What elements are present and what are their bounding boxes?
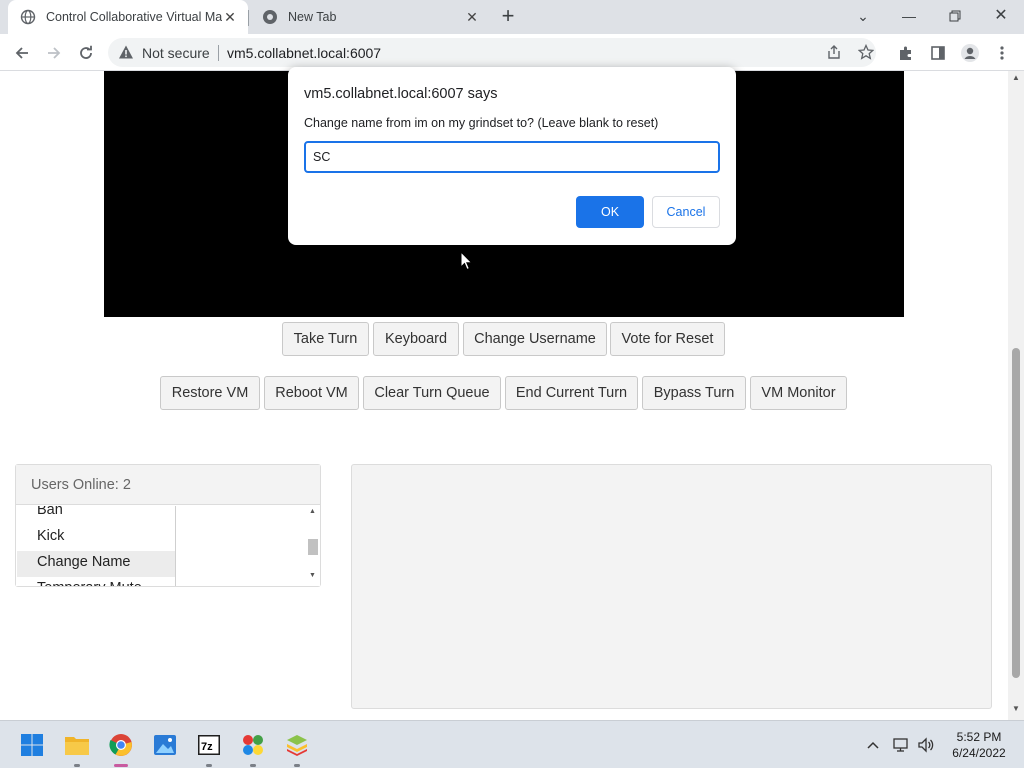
security-label[interactable]: Not secure	[142, 45, 210, 61]
reload-icon[interactable]	[74, 41, 98, 65]
chat-panel	[351, 464, 992, 709]
users-online-header: Users Online: 2	[16, 465, 320, 505]
tab-title: New Tab	[288, 10, 337, 24]
dialog-message: Change name from im on my grindset to? (…	[304, 116, 659, 130]
extensions-icon[interactable]	[894, 41, 918, 65]
end-current-turn-button[interactable]: End Current Turn	[505, 376, 638, 410]
bluestacks-icon[interactable]	[281, 729, 313, 767]
bypass-turn-button[interactable]: Bypass Turn	[642, 376, 746, 410]
svg-text:7z: 7z	[201, 741, 213, 753]
keyboard-button[interactable]: Keyboard	[373, 322, 459, 356]
7zip-icon[interactable]: 7z	[193, 729, 225, 767]
clock-time: 5:52 PM	[956, 730, 1002, 744]
start-icon[interactable]	[16, 729, 48, 761]
side-panel-icon[interactable]	[926, 41, 950, 65]
tab-strip: Control Collaborative Virtual Ma ✕ New T…	[0, 0, 1024, 34]
menu-item-kick[interactable]: Kick	[17, 525, 175, 551]
menu-item-ban[interactable]: Ban	[17, 506, 175, 525]
taskbar: 7z 5:52 PM 6/24/2022	[0, 720, 1024, 768]
clock-date: 6/24/2022	[952, 746, 1006, 760]
change-username-button[interactable]: Change Username	[463, 322, 607, 356]
bookmark-star-icon[interactable]	[857, 43, 875, 60]
vote-for-reset-button[interactable]: Vote for Reset	[610, 322, 725, 356]
chrome-icon[interactable]	[105, 729, 137, 767]
volume-icon[interactable]	[917, 737, 935, 753]
clear-turn-queue-button[interactable]: Clear Turn Queue	[363, 376, 501, 410]
close-window-icon[interactable]: ✕	[989, 4, 1013, 28]
puzzle-app-icon[interactable]	[237, 729, 269, 767]
share-icon[interactable]	[826, 44, 842, 60]
url-text[interactable]: vm5.collabnet.local:6007	[227, 45, 381, 61]
tab-separator	[248, 10, 249, 26]
cancel-button[interactable]: Cancel	[652, 196, 720, 228]
scroll-up-arrow-icon[interactable]: ▲	[1008, 73, 1024, 87]
network-icon[interactable]	[893, 737, 911, 753]
users-panel: Users Online: 2 Ban Kick Change Name Tem…	[15, 464, 321, 587]
mouse-cursor-icon	[460, 251, 473, 271]
globe-icon	[20, 9, 36, 25]
menu-item-temporary-mute[interactable]: Temporary Mute	[17, 577, 175, 586]
page-scrollbar[interactable]: ▲ ▼	[1008, 71, 1024, 720]
user-list-scrollbar[interactable]: ▲ ▼	[305, 506, 320, 586]
restore-vm-button[interactable]: Restore VM	[160, 376, 260, 410]
chrome-icon	[263, 10, 277, 24]
tab-control-collaborative[interactable]: Control Collaborative Virtual Ma ✕	[8, 0, 248, 34]
browser-toolbar: Not secure vm5.collabnet.local:6007	[0, 34, 1024, 71]
user-context-menu: Ban Kick Change Name Temporary Mute	[17, 506, 176, 586]
reboot-vm-button[interactable]: Reboot VM	[264, 376, 359, 410]
file-explorer-icon[interactable]	[61, 729, 93, 767]
scroll-down-arrow-icon[interactable]: ▼	[1008, 704, 1024, 718]
back-icon[interactable]	[10, 41, 34, 65]
prompt-dialog: vm5.collabnet.local:6007 says Change nam…	[288, 67, 736, 245]
tab-title: Control Collaborative Virtual Ma	[46, 10, 222, 24]
forward-icon[interactable]	[42, 41, 66, 65]
minimize-icon[interactable]: —	[897, 4, 921, 28]
scroll-down-arrow-icon[interactable]: ▼	[305, 572, 320, 584]
new-name-input[interactable]	[304, 141, 720, 173]
menu-kebab-icon[interactable]	[990, 41, 1014, 65]
chevron-up-icon[interactable]	[865, 737, 881, 753]
take-turn-button[interactable]: Take Turn	[282, 322, 369, 356]
warning-icon[interactable]	[118, 44, 134, 60]
scroll-thumb[interactable]	[308, 539, 318, 555]
address-bar[interactable]: Not secure vm5.collabnet.local:6007	[108, 38, 876, 67]
ok-button[interactable]: OK	[576, 196, 644, 228]
restore-icon[interactable]	[943, 4, 967, 28]
profile-avatar-icon[interactable]	[958, 41, 982, 65]
scroll-up-arrow-icon[interactable]: ▲	[305, 508, 320, 520]
page-scroll-thumb[interactable]	[1012, 348, 1020, 678]
dialog-title: vm5.collabnet.local:6007 says	[304, 86, 498, 102]
vm-monitor-button[interactable]: VM Monitor	[750, 376, 847, 410]
tab-search-icon[interactable]: ⌄	[851, 4, 875, 28]
menu-item-change-name[interactable]: Change Name	[17, 551, 175, 577]
close-tab-icon[interactable]: ✕	[464, 9, 480, 25]
new-tab-button[interactable]: +	[498, 5, 518, 27]
omnibox-separator	[218, 45, 219, 61]
system-clock[interactable]: 5:52 PM 6/24/2022	[944, 729, 1014, 761]
close-tab-icon[interactable]: ✕	[222, 9, 238, 25]
photos-icon[interactable]	[149, 729, 181, 761]
tab-new-tab[interactable]: New Tab ✕	[250, 0, 490, 34]
